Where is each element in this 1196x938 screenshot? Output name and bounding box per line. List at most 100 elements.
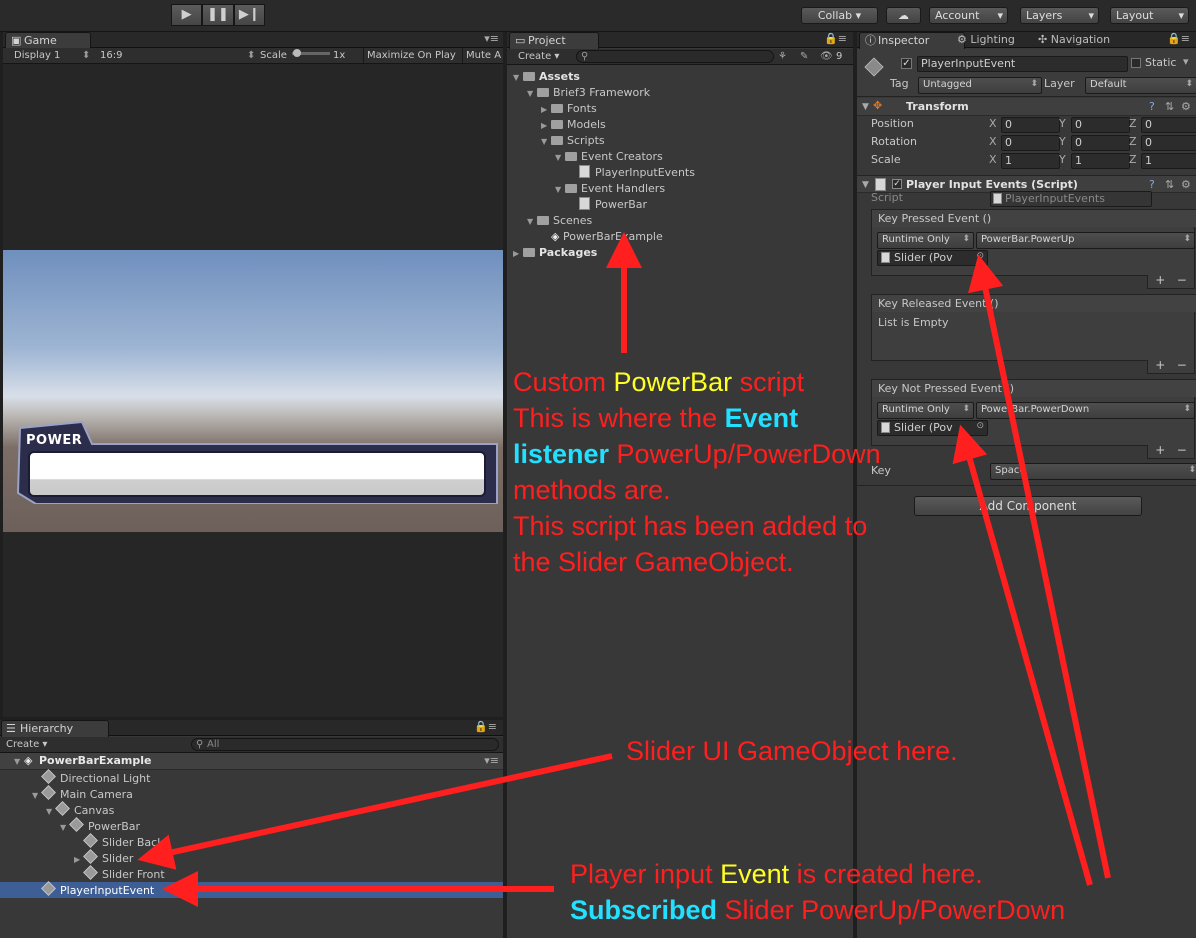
runtime-dropdown[interactable]: Runtime Only (877, 402, 974, 419)
expand-arrow-icon[interactable]: ▼ (14, 754, 24, 770)
tab-game[interactable]: ▣ Game (5, 32, 91, 49)
component-enabled-checkbox[interactable]: ✓ (892, 179, 902, 189)
key-dropdown[interactable]: Space (990, 463, 1196, 480)
transform-y-field[interactable]: 1 (1071, 153, 1130, 169)
expanded-arrow-icon[interactable]: ▼ (527, 214, 537, 230)
aspect-dropdown[interactable]: 16:9 (100, 48, 122, 63)
help-icon[interactable]: ? (1149, 178, 1155, 192)
gear-icon[interactable]: ⚙ (1181, 100, 1191, 114)
help-icon[interactable]: ? (1149, 100, 1155, 114)
transform-z-field[interactable]: 1 (1141, 153, 1196, 169)
add-component-button[interactable]: Add Component (914, 496, 1142, 516)
project-item[interactable]: ▼ Scripts (541, 133, 605, 149)
runtime-dropdown[interactable]: Runtime Only (877, 232, 974, 249)
project-item[interactable]: ▼ Scenes (527, 213, 592, 229)
preset-icon[interactable]: ⇅ (1165, 178, 1174, 192)
hierarchy-item[interactable]: ▼ Main Camera (0, 785, 503, 802)
layer-dropdown[interactable]: Default (1085, 77, 1196, 94)
hierarchy-item[interactable]: ▶ Slider (0, 849, 503, 866)
collapsed-arrow-icon[interactable]: ▶ (513, 246, 523, 262)
lock-icon[interactable]: 🔒≡ (1167, 32, 1190, 45)
transform-z-field[interactable]: 0 (1141, 117, 1196, 133)
project-item[interactable]: ◈ PowerBarExample (541, 229, 663, 245)
object-name-field[interactable]: PlayerInputEvent (917, 56, 1128, 72)
add-listener-button[interactable]: + (1155, 358, 1165, 372)
hierarchy-item[interactable]: PlayerInputEvent (0, 881, 503, 898)
filter-type-icon[interactable]: ⚘ (778, 49, 787, 64)
lock-icon[interactable]: 🔒≡ (474, 720, 497, 733)
label-icon[interactable]: ✎ (800, 49, 808, 64)
collab-button[interactable]: Collab ▾ (801, 7, 878, 24)
function-dropdown[interactable]: PowerBar.PowerDown (976, 402, 1195, 419)
game-viewport[interactable]: POWER (3, 250, 503, 532)
tab-inspector[interactable]: ⓘ Inspector (859, 32, 965, 49)
project-item[interactable]: ▼ Brief3 Framework (527, 85, 650, 101)
add-listener-button[interactable]: + (1155, 273, 1165, 287)
collapsed-arrow-icon[interactable]: ▶ (541, 118, 551, 134)
hierarchy-item[interactable]: Slider Front (0, 865, 503, 882)
project-item[interactable]: PowerBar (569, 197, 647, 213)
hierarchy-item[interactable]: ▼ PowerBar (0, 817, 503, 834)
target-object-field[interactable]: Slider (Pov ⊙ (877, 250, 988, 266)
cloud-icon[interactable]: ☁ (886, 7, 921, 24)
static-chevron-icon[interactable]: ▾ (1183, 55, 1189, 69)
create-dropdown[interactable]: Create ▾ (518, 49, 559, 64)
tag-dropdown[interactable]: Untagged (918, 77, 1042, 94)
project-item[interactable]: ▼ Event Handlers (555, 181, 665, 197)
static-checkbox[interactable] (1131, 58, 1141, 68)
expanded-arrow-icon[interactable]: ▼ (513, 70, 523, 86)
project-item[interactable]: ▶ Fonts (541, 101, 597, 117)
account-dropdown[interactable]: Account ▾ (929, 7, 1008, 24)
mute-audio-toggle[interactable]: Mute A (466, 48, 501, 63)
expanded-arrow-icon[interactable]: ▼ (527, 86, 537, 102)
project-item[interactable]: PlayerInputEvents (569, 165, 695, 181)
remove-listener-button[interactable]: − (1177, 273, 1187, 287)
lock-icon[interactable]: 🔒≡ (824, 32, 847, 45)
tab-project[interactable]: ▭ Project (509, 32, 599, 49)
expanded-arrow-icon[interactable]: ▼ (541, 134, 551, 150)
power-slider[interactable] (30, 453, 484, 495)
collapse-arrow-icon[interactable]: ▼ (862, 178, 869, 192)
transform-x-field[interactable]: 0 (1001, 117, 1060, 133)
step-icon[interactable]: ▶❙ (233, 4, 265, 26)
panel-menu-icon[interactable]: ▾≡ (484, 32, 499, 45)
transform-y-field[interactable]: 0 (1071, 135, 1130, 151)
object-picker-icon[interactable]: ⊙ (976, 420, 984, 433)
transform-z-field[interactable]: 0 (1141, 135, 1196, 151)
search-input[interactable]: ⚲ All (191, 738, 499, 751)
transform-x-field[interactable]: 1 (1001, 153, 1060, 169)
layers-dropdown[interactable]: Layers ▾ (1020, 7, 1099, 24)
project-item[interactable]: ▼ Event Creators (555, 149, 663, 165)
pause-icon[interactable]: ❚❚ (202, 4, 234, 26)
transform-header[interactable]: ▼ ✥ Transform ? ⇅ ⚙ (857, 98, 1196, 116)
project-item[interactable]: ▶ Models (541, 117, 606, 133)
remove-listener-button[interactable]: − (1177, 358, 1187, 372)
hierarchy-item[interactable]: Slider Back (0, 833, 503, 850)
collapsed-arrow-icon[interactable]: ▶ (541, 102, 551, 118)
expanded-arrow-icon[interactable]: ▼ (555, 150, 565, 166)
expanded-arrow-icon[interactable]: ▼ (555, 182, 565, 198)
play-icon[interactable]: ▶ (171, 4, 203, 26)
tab-navigation[interactable]: ✣ Navigation (1038, 32, 1110, 47)
tab-hierarchy[interactable]: ☰ Hierarchy (1, 720, 109, 737)
tab-lighting[interactable]: ⚙ Lighting (957, 32, 1015, 47)
create-dropdown[interactable]: Create ▾ (6, 737, 47, 752)
hierarchy-item[interactable]: Directional Light (0, 769, 503, 786)
target-object-field[interactable]: Slider (Pov ⊙ (877, 420, 988, 436)
transform-y-field[interactable]: 0 (1071, 117, 1130, 133)
preset-icon[interactable]: ⇅ (1165, 100, 1174, 114)
project-item[interactable]: ▼ Assets (513, 69, 580, 85)
object-picker-icon[interactable]: ⊙ (976, 250, 984, 263)
scene-header-row[interactable]: ▼ ◈ PowerBarExample ▾≡ (0, 753, 503, 770)
function-dropdown[interactable]: PowerBar.PowerUp (976, 232, 1195, 249)
project-item[interactable]: ▶ Packages (513, 245, 597, 261)
collapse-arrow-icon[interactable]: ▼ (862, 100, 869, 114)
hidden-count-icon[interactable]: 👁 (820, 49, 833, 64)
maximize-on-play-toggle[interactable]: Maximize On Play (367, 48, 456, 63)
gear-icon[interactable]: ⚙ (1181, 178, 1191, 192)
display-dropdown[interactable]: Display 1 (14, 48, 60, 63)
transform-x-field[interactable]: 0 (1001, 135, 1060, 151)
scene-menu-icon[interactable]: ▾≡ (484, 753, 499, 769)
active-checkbox[interactable]: ✓ (901, 58, 912, 69)
remove-listener-button[interactable]: − (1177, 443, 1187, 457)
